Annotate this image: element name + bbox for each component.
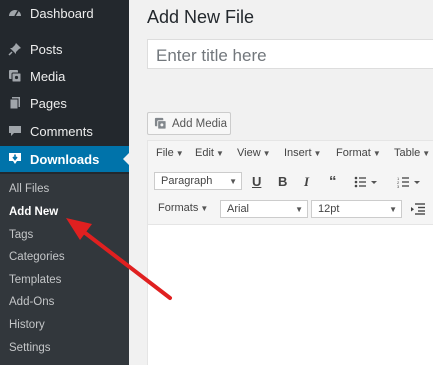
add-media-label: Add Media [172,117,227,130]
submenu-item-add-new[interactable]: Add New [9,206,58,218]
downloads-submenu: All Files Add New Tags Categories Templa… [0,174,129,365]
menu-item-dashboard[interactable]: Dashboard [0,0,129,26]
block-format-select[interactable]: Paragraph ▼ [154,172,242,190]
blockquote-icon[interactable]: “ [329,173,337,190]
dashboard-icon [8,6,22,20]
bullet-list-icon [354,176,377,188]
submenu-item-add-ons[interactable]: Add-Ons [9,296,54,308]
menu-item-label: Media [30,68,66,84]
submenu-item-settings[interactable]: Settings [9,342,51,354]
title-input[interactable]: Enter title here [147,39,433,69]
menu-item-posts[interactable]: Posts [0,36,129,62]
menu-item-label: Dashboard [30,5,94,21]
menu-item-label: Posts [30,41,63,57]
bullet-list-button[interactable] [354,175,378,193]
font-size-select[interactable]: 12pt ▼ [311,200,402,218]
pages-icon [8,96,22,110]
indent-icon [411,203,425,215]
menu-item-media[interactable]: Media [0,63,129,89]
add-media-button[interactable]: Add Media [147,112,231,135]
submenu-item-history[interactable]: History [9,319,45,331]
svg-text:3: 3 [397,184,400,188]
menu-insert[interactable]: Insert ▼ [284,147,321,159]
chevron-down-icon: ▼ [295,205,303,214]
submenu-item-tags[interactable]: Tags [9,229,33,241]
download-icon [8,152,22,166]
menu-format[interactable]: Format ▼ [336,147,381,159]
indent-button[interactable] [411,202,425,220]
bold-button[interactable]: B [278,174,287,189]
comments-icon [8,124,22,138]
menu-item-downloads[interactable]: Downloads [0,146,129,172]
menu-item-label: Downloads [30,151,100,167]
italic-button[interactable]: I [304,174,309,190]
editor-toolbar: File ▼ Edit ▼ View ▼ Insert ▼ Format ▼ Table ▼… [148,140,433,225]
submenu-item-categories[interactable]: Categories [9,251,65,263]
formats-menu[interactable]: Formats ▼ [158,202,208,214]
menu-item-comments[interactable]: Comments [0,118,129,144]
submenu-item-all-files[interactable]: All Files [9,183,49,195]
menu-edit[interactable]: Edit ▼ [195,147,224,159]
chevron-down-icon: ▼ [389,205,397,214]
menu-item-label: Pages [30,95,67,111]
menu-item-label: Comments [30,123,93,139]
menu-item-pages[interactable]: Pages [0,90,129,116]
numbered-list-button[interactable]: 1 2 3 [397,175,421,193]
chevron-down-icon: ▼ [229,177,237,186]
editor: File ▼ Edit ▼ View ▼ Insert ▼ Format ▼ Table ▼… [147,140,433,365]
menu-view[interactable]: View ▼ [237,147,271,159]
numbered-list-icon: 1 2 3 [397,176,420,189]
menu-file[interactable]: File ▼ [156,147,184,159]
page-title: Add New File [147,7,255,27]
underline-button[interactable]: U [252,174,261,189]
admin-sidebar: Dashboard Posts Media Pages Comments Dow… [0,0,129,365]
submenu-item-templates[interactable]: Templates [9,274,61,286]
media-icon [8,69,22,83]
menu-table[interactable]: Table ▼ [394,147,430,159]
pin-icon [8,42,22,56]
font-family-select[interactable]: Arial ▼ [220,200,308,218]
media-icon [154,117,167,130]
